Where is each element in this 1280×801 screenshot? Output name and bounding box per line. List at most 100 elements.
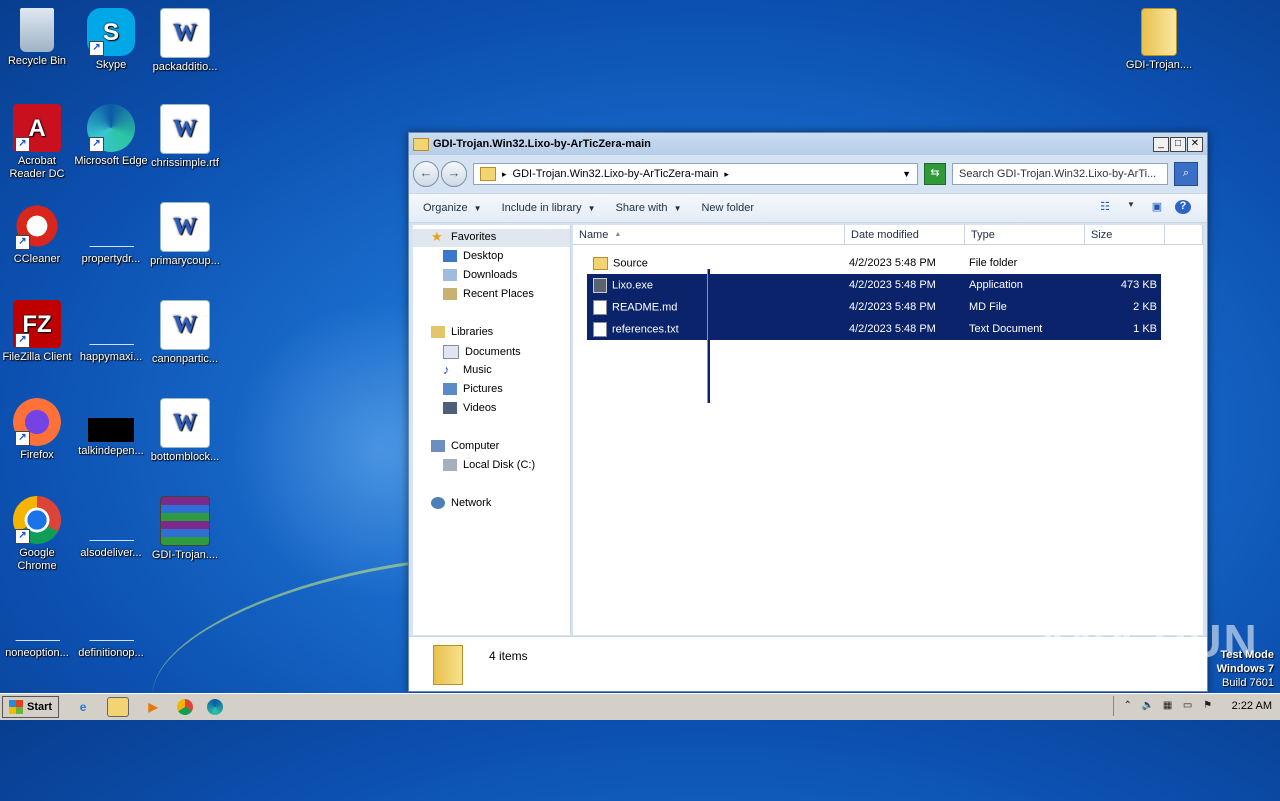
power-icon[interactable]: ▭: [1182, 700, 1194, 712]
desktop-icon-skype[interactable]: S ↗ Skype: [74, 8, 148, 72]
file-row[interactable]: README.md 4/2/2023 5:48 PM MD File 2 KB: [587, 296, 1161, 318]
maximize-button[interactable]: □: [1170, 137, 1186, 152]
new-folder-button[interactable]: New folder: [701, 202, 754, 214]
desktop-icon-label: happymaxi...: [79, 351, 143, 363]
nav-item-local-disk[interactable]: Local Disk (C:): [443, 459, 535, 471]
desktop-icon-label: noneoption...: [5, 647, 69, 659]
nav-item-recent-places[interactable]: Recent Places: [443, 288, 534, 300]
desktop-icon-canonpartic[interactable]: W canonpartic...: [148, 300, 222, 366]
desktop-icon-label: Recycle Bin: [7, 55, 67, 67]
drive-icon: [443, 459, 457, 471]
minimize-button[interactable]: _: [1153, 137, 1169, 152]
search-input[interactable]: Search GDI-Trojan.Win32.Lixo-by-ArTi...: [952, 163, 1168, 185]
column-header-size[interactable]: Size: [1085, 225, 1165, 245]
explorer-taskbar-icon[interactable]: [107, 697, 130, 717]
help-icon[interactable]: ?: [1175, 200, 1191, 214]
nav-item-music[interactable]: ♪ Music: [443, 363, 492, 376]
desktop-icon-gdi-trojan-folder[interactable]: GDI-Trojan....: [1122, 8, 1196, 72]
chevron-down-icon: ▼: [587, 203, 596, 213]
file-date: 4/2/2023 5:48 PM: [849, 257, 936, 269]
windows-logo-icon: [9, 700, 23, 714]
chrome-taskbar-icon[interactable]: [177, 699, 194, 715]
computer-icon: [431, 440, 445, 452]
column-header-date[interactable]: Date modified: [845, 225, 965, 245]
action-center-flag-icon[interactable]: ⚑: [1202, 700, 1214, 712]
desktop-icon-alsodeliver[interactable]: alsodeliver...: [74, 496, 148, 560]
word-document-icon: W: [160, 104, 210, 154]
address-bar[interactable]: ▸ GDI-Trojan.Win32.Lixo-by-ArTicZera-mai…: [473, 163, 918, 185]
volume-icon[interactable]: 🔈: [1142, 700, 1154, 712]
forward-button[interactable]: →: [441, 161, 467, 187]
desktop-icon-propertydr[interactable]: propertydr...: [74, 202, 148, 266]
desktop-icon-label: Microsoft Edge: [74, 155, 148, 167]
preview-pane-icon[interactable]: ▣: [1149, 200, 1165, 214]
column-header-type[interactable]: Type: [965, 225, 1085, 245]
edge-taskbar-icon[interactable]: [207, 699, 224, 715]
libraries-icon: [431, 326, 445, 338]
chevron-down-icon: ▼: [473, 203, 482, 213]
include-in-library-button[interactable]: Include in library ▼: [502, 202, 596, 214]
nav-item-videos[interactable]: Videos: [443, 402, 496, 414]
chevron-down-icon[interactable]: ▼: [1123, 200, 1139, 214]
nav-item-libraries[interactable]: Libraries: [431, 326, 493, 338]
nav-item-computer[interactable]: Computer: [431, 440, 499, 452]
share-with-button[interactable]: Share with ▼: [616, 202, 682, 214]
desktop-icon-bottomblock[interactable]: W bottomblock...: [148, 398, 222, 464]
desktop-icon-ccleaner[interactable]: ↗ CCleaner: [0, 202, 74, 266]
file-row[interactable]: references.txt 4/2/2023 5:48 PM Text Doc…: [587, 318, 1161, 340]
desktop-icon-label: CCleaner: [13, 253, 61, 265]
nav-item-pictures[interactable]: Pictures: [443, 383, 503, 395]
desktop-icon-edge[interactable]: ↗ Microsoft Edge: [74, 104, 148, 168]
pictures-icon: [443, 383, 457, 395]
desktop-icon-label: Firefox: [20, 449, 54, 461]
desktop-icon-chrome[interactable]: ↗ Google Chrome: [0, 496, 74, 573]
internet-explorer-icon[interactable]: e: [73, 698, 93, 716]
close-button[interactable]: ✕: [1187, 137, 1203, 152]
nav-item-desktop[interactable]: Desktop: [443, 250, 503, 262]
show-hidden-icons-icon[interactable]: ⌃: [1122, 700, 1134, 712]
network-tray-icon[interactable]: ▦: [1162, 700, 1174, 712]
desktop-icon-happymaxi[interactable]: happymaxi...: [74, 300, 148, 364]
desktop-icon-recycle-bin[interactable]: Recycle Bin: [0, 8, 74, 68]
shortcut-arrow-icon: ↗: [15, 529, 30, 544]
back-button[interactable]: ←: [413, 161, 439, 187]
file-type: Application: [969, 279, 1023, 291]
column-header-name[interactable]: Name ▲: [573, 225, 845, 245]
desktop-icon-primarycoup[interactable]: W primarycoup...: [148, 202, 222, 268]
desktop-icon-packadditio[interactable]: W packadditio...: [148, 8, 222, 74]
desktop-icon-noneoption[interactable]: noneoption...: [0, 596, 74, 660]
explorer-window: GDI-Trojan.Win32.Lixo-by-ArTicZera-main …: [408, 132, 1208, 692]
media-player-icon[interactable]: ▶: [143, 698, 163, 716]
recycle-bin-icon: [20, 8, 54, 52]
desktop-icon-chrissimple[interactable]: W chrissimple.rtf: [148, 104, 222, 170]
application-icon: [593, 277, 607, 293]
file-row[interactable]: Lixo.exe 4/2/2023 5:48 PM Application 47…: [587, 274, 1161, 296]
chevron-down-icon[interactable]: ▼: [902, 169, 911, 179]
desktop-icon-firefox[interactable]: ↗ Firefox: [0, 398, 74, 462]
black-file-icon: [88, 418, 134, 442]
desktop-icon-label: Acrobat Reader DC: [9, 155, 65, 180]
system-tray: ⌃ 🔈 ▦ ▭ ⚑ 2:22 AM: [1112, 696, 1280, 716]
desktop-icon-gdi-trojan-rar[interactable]: GDI-Trojan....: [148, 496, 222, 562]
refresh-button[interactable]: ⇆: [924, 163, 946, 185]
organize-button[interactable]: Organize ▼: [423, 202, 482, 214]
desktop-icon-label: talkindepen...: [78, 445, 144, 457]
file-row[interactable]: Source 4/2/2023 5:48 PM File folder: [587, 252, 1161, 274]
clock[interactable]: 2:22 AM: [1232, 700, 1272, 712]
desktop-icon-label: GDI-Trojan....: [151, 549, 219, 561]
blank-file-icon: [88, 618, 134, 641]
search-icon[interactable]: ⌕: [1174, 162, 1198, 186]
change-view-icon[interactable]: ☷: [1097, 200, 1113, 214]
test-mode-watermark: Test Mode Windows 7 Build 7601: [1217, 648, 1274, 690]
blank-file-icon: [88, 322, 134, 345]
desktop-icon-talkindepen[interactable]: talkindepen...: [74, 398, 148, 458]
nav-item-network[interactable]: Network: [431, 497, 491, 509]
nav-item-downloads[interactable]: Downloads: [443, 269, 517, 281]
nav-item-documents[interactable]: Documents: [443, 345, 521, 359]
desktop-icon-definitionop[interactable]: definitionop...: [74, 596, 148, 660]
start-button[interactable]: Start: [2, 696, 60, 718]
desktop-icon-filezilla[interactable]: FZ ↗ FileZilla Client: [0, 300, 74, 364]
window-titlebar[interactable]: GDI-Trojan.Win32.Lixo-by-ArTicZera-main: [409, 133, 1207, 155]
desktop-icon-acrobat[interactable]: A ↗ Acrobat Reader DC: [0, 104, 74, 181]
nav-item-favorites[interactable]: ★ Favorites: [431, 230, 496, 243]
